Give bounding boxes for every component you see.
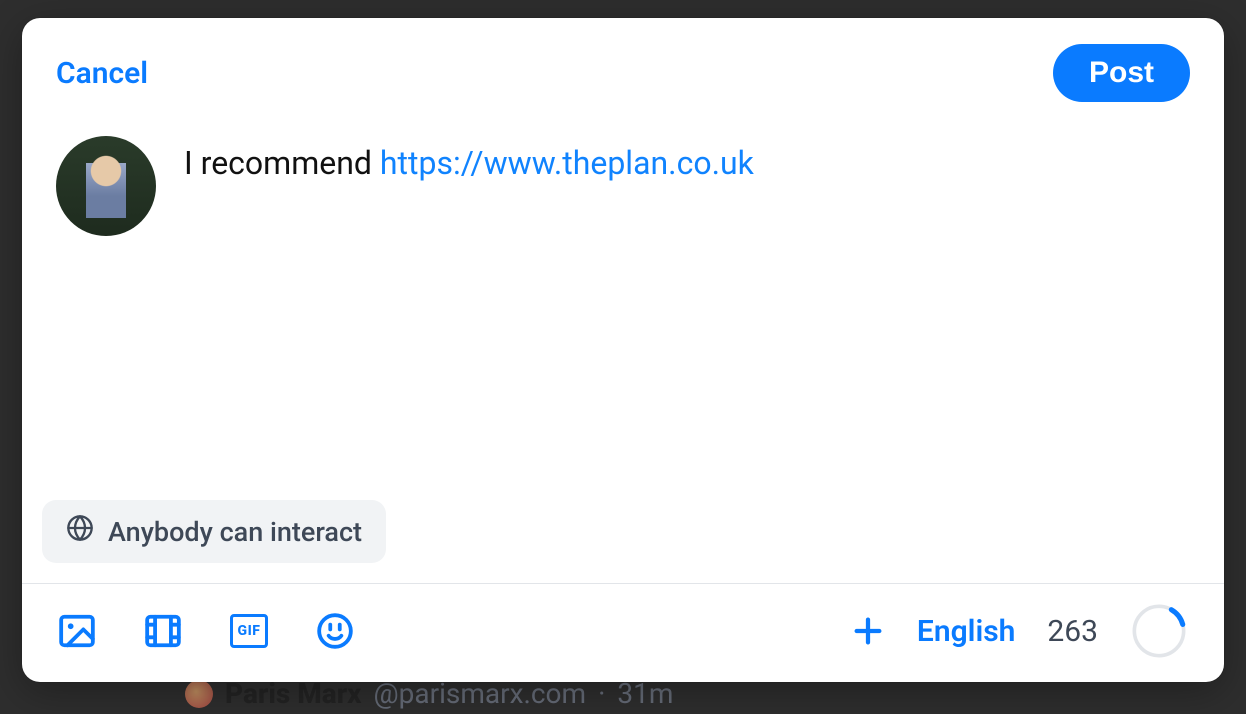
- compose-area: I recommend https://www.theplan.co.uk: [22, 112, 1224, 500]
- modal-header: Cancel Post: [22, 18, 1224, 112]
- compose-link: https://www.theplan.co.uk: [380, 144, 754, 182]
- compose-text-prefix: I recommend: [184, 144, 380, 182]
- cancel-button[interactable]: Cancel: [56, 56, 148, 91]
- audience-selector[interactable]: Anybody can interact: [42, 500, 386, 563]
- toolbar-right: English 263: [851, 602, 1188, 660]
- gif-icon[interactable]: GIF: [230, 614, 268, 648]
- post-button[interactable]: Post: [1053, 44, 1190, 102]
- audience-label: Anybody can interact: [108, 516, 362, 548]
- compose-toolbar: GIF English 263: [22, 584, 1224, 682]
- add-thread-button[interactable]: [851, 614, 885, 648]
- user-avatar[interactable]: [56, 136, 156, 236]
- language-selector[interactable]: English: [917, 614, 1016, 649]
- audience-row: Anybody can interact: [22, 500, 1224, 583]
- video-icon[interactable]: [144, 612, 182, 650]
- image-icon[interactable]: [58, 612, 96, 650]
- char-progress-ring: [1130, 602, 1188, 660]
- emoji-icon[interactable]: [316, 612, 354, 650]
- feed-avatar: [185, 680, 213, 708]
- char-count: 263: [1047, 614, 1098, 649]
- compose-modal: Cancel Post I recommend https://www.thep…: [22, 18, 1224, 682]
- compose-textarea[interactable]: I recommend https://www.theplan.co.uk: [184, 136, 1190, 336]
- toolbar-left: GIF: [58, 612, 354, 650]
- globe-icon: [66, 514, 94, 549]
